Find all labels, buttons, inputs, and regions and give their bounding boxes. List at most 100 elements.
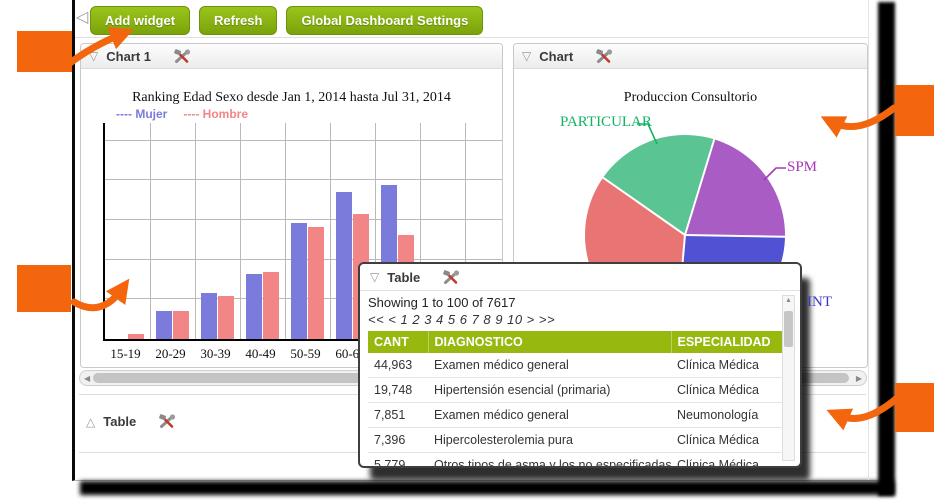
toolbar-divider [75,37,868,38]
annotation-square [895,85,934,136]
table-cell: Clínica Médica [671,353,782,378]
widget-title: Chart [539,49,573,64]
annotation-square [17,265,71,312]
y-axis-tick [103,297,105,299]
toolbar-button-refresh[interactable]: Refresh [199,6,277,35]
vertical-scrollbar[interactable]: ▲ [782,295,795,461]
bar-mujer-50-59 [291,223,307,339]
pagination-current-page: 1 [401,312,409,327]
table-cell: Hipercolesterolemia pura [428,428,671,453]
scrollbar-thumb[interactable] [784,311,793,347]
table-cell: Examen médico general [428,353,671,378]
widget-chart1-header: ▽ Chart 1 [81,44,502,69]
toolbar-button-global-dashboard-settings[interactable]: Global Dashboard Settings [286,6,483,35]
scroll-left-icon[interactable]: ◀ [84,374,90,383]
table-row: 5,779Otros tipos de asma y los no especi… [368,453,782,469]
table-cell: Otros tipos de asma y los no especificad… [428,453,671,469]
pagination-prev[interactable]: << < [368,312,396,327]
y-axis-tick [103,337,105,339]
table-cell: 19,748 [368,378,428,403]
gridline [240,123,241,339]
table-cell: Hipertensión esencial (primaria) [428,378,671,403]
pie-slice-separator [684,139,715,235]
table-popup-body: Showing 1 to 100 of 7617 << < 1 2 3 4 5 … [360,291,800,468]
legend-item-hombre: ---- Hombre [183,107,248,121]
column-header-especialidad[interactable]: ESPECIALIDAD [671,331,782,353]
table-header-row: CANTDIAGNOSTICOESPECIALIDAD [368,331,782,353]
panel-edge-line [868,0,869,480]
gridline [285,123,286,339]
y-axis-tick [103,178,105,180]
bar-hombre-20-29 [173,311,189,339]
table-cell: 5,779 [368,453,428,469]
table-cell: Clínica Médica [671,453,782,469]
gridline [330,123,331,339]
table-row: 7,851Examen médico generalNeumonología [368,403,782,428]
annotation-square [17,31,72,72]
pie-chart-title: Produccion Consultorio [513,90,868,106]
table-row: 19,748Hipertensión esencial (primaria)Cl… [368,378,782,403]
bar-mujer-30-39 [201,293,217,339]
table-cell: 44,963 [368,353,428,378]
column-header-cant[interactable]: CANT [368,331,428,353]
scroll-up-icon[interactable]: ▲ [783,297,794,304]
table-popup-header[interactable]: ▽ Table [360,264,800,291]
toolbar: Add widget Refresh Global Dashboard Settin… [90,6,483,35]
pie-label-spm: SPM [787,159,817,176]
record-count-text: Showing 1 to 100 of 7617 [368,295,792,311]
bar-hombre-15-19 [128,334,144,339]
gridline [195,123,196,339]
legend-item-mujer: ---- Mujer [116,107,167,121]
bar-chart-legend: ---- Mujer ---- Hombre [116,107,248,121]
dashboard-page: ◁ Add widget Refresh Global Dashboard Sett… [0,0,950,500]
bar-hombre-40-49 [263,272,279,339]
column-header-diagnostico[interactable]: DIAGNOSTICO [428,331,671,353]
annotation-square [895,383,934,432]
bar-chart-title: Ranking Edad Sexo desde Jan 1, 2014 hast… [80,90,503,106]
window-shadow-bottom [80,481,894,495]
collapse-icon[interactable]: △ [86,416,95,428]
sidebar-collapse-icon[interactable]: ◁ [76,8,88,28]
widget-title: Table [103,414,136,429]
pie-slice-separator [603,177,686,236]
y-axis-tick [103,139,105,141]
widget-settings-icon[interactable] [442,270,460,285]
pagination-pages[interactable]: 2 3 4 5 6 7 8 9 10 > >> [412,312,555,327]
widget-settings-icon[interactable] [595,49,613,64]
bar-mujer-40-49 [246,274,262,339]
table-row: 7,396Hipercolesterolemia puraClínica Méd… [368,428,782,453]
gridline [105,219,502,220]
bar-hombre-50-59 [308,227,324,339]
window-shadow-right [878,2,895,496]
table-cell: Neumonología [671,403,782,428]
scroll-right-icon[interactable]: ▶ [856,374,862,383]
widget-title: Chart 1 [106,49,151,64]
table-cell: Examen médico general [428,403,671,428]
collapse-icon[interactable]: ▽ [522,50,531,62]
table-cell: 7,851 [368,403,428,428]
widget-table-bottom-header: △ Table [86,414,176,429]
toolbar-button-add-widget[interactable]: Add widget [90,6,190,35]
collapse-icon[interactable]: ▽ [89,50,98,62]
table-cell: Clínica Médica [671,428,782,453]
pie-label-particular: PARTICULAR [560,114,652,131]
bar-mujer-60-69 [336,192,352,339]
pie-slice-separator [685,234,785,238]
gridline [105,140,502,141]
table-cell: 7,396 [368,428,428,453]
bar-hombre-30-39 [218,296,234,339]
pie-label-int: INT [807,294,832,311]
gridline [105,179,502,180]
y-axis-tick [103,258,105,260]
gridline [150,123,151,339]
widget-settings-icon[interactable] [173,49,191,64]
pagination[interactable]: << < 1 2 3 4 5 6 7 8 9 10 > >> [368,311,792,329]
diagnostics-table: CANTDIAGNOSTICOESPECIALIDAD 44,963Examen… [368,331,783,468]
table-cell: Clínica Médica [671,378,782,403]
widget-settings-icon[interactable] [158,414,176,429]
widget-chart2-header: ▽ Chart [514,44,867,69]
widget-title: Table [387,270,420,285]
collapse-icon[interactable]: ▽ [370,271,379,283]
table-popup: ▽ Table Showing 1 to 100 of 7617 << < 1 … [358,262,802,468]
table-row: 44,963Examen médico generalClínica Médic… [368,353,782,378]
